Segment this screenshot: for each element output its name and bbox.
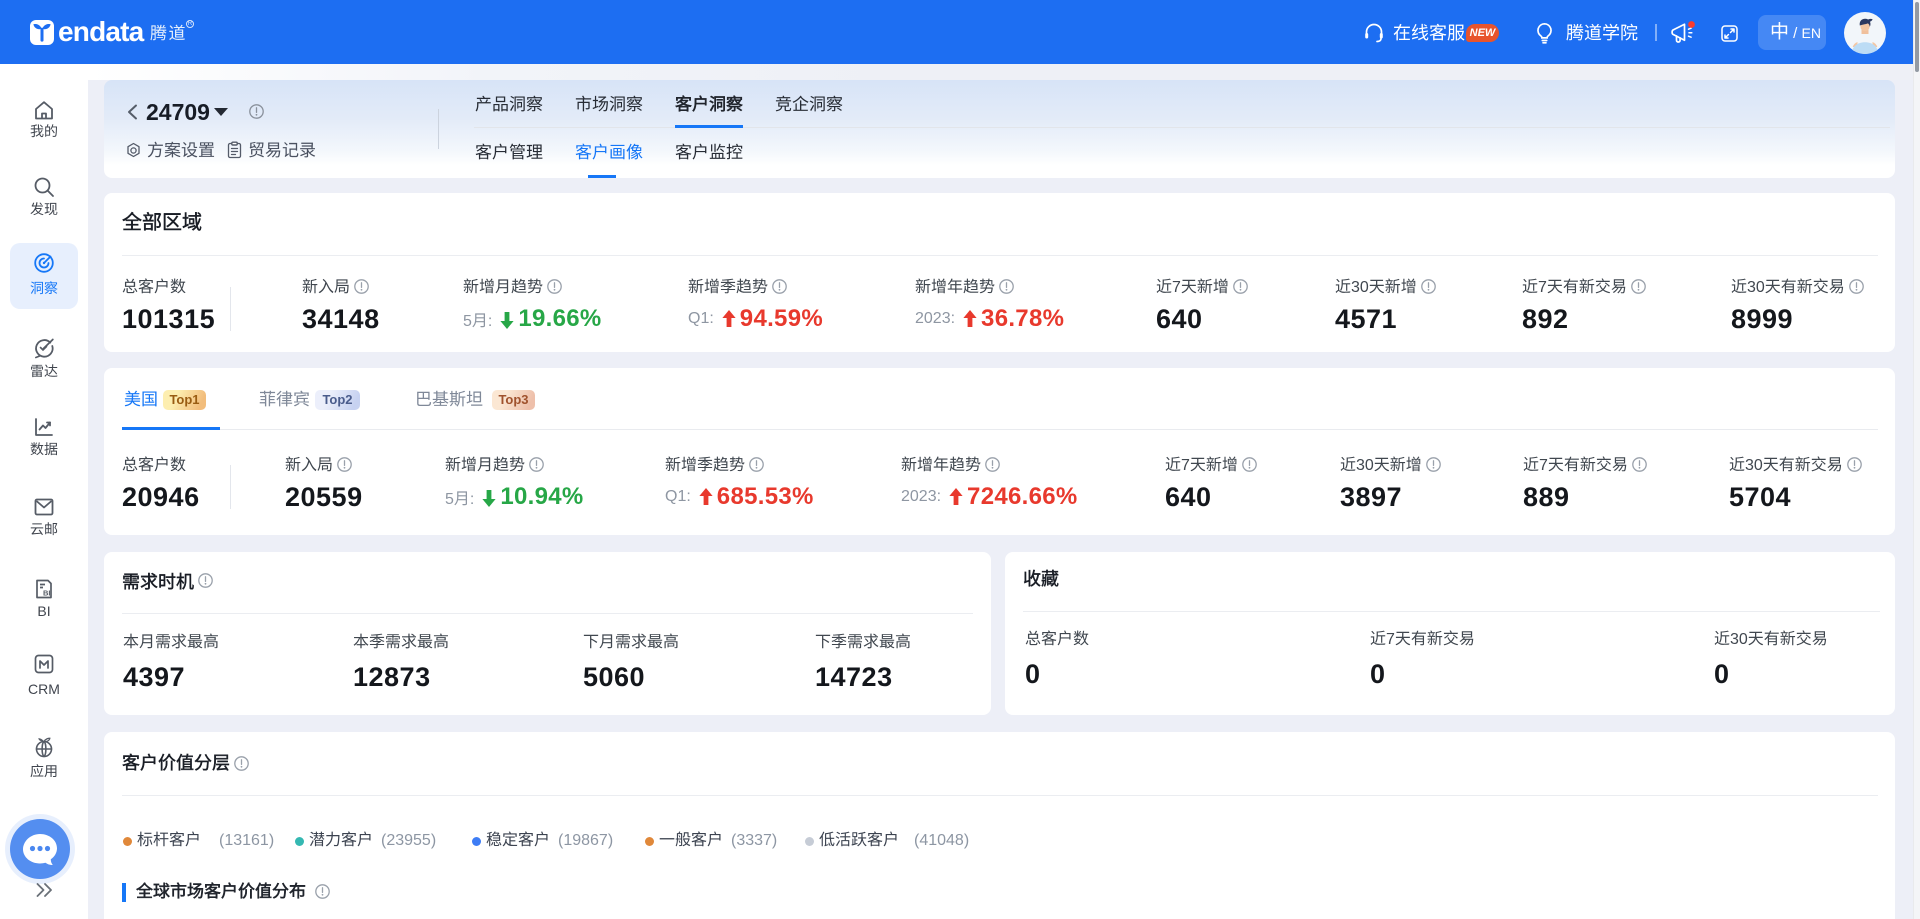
svg-text:BI: BI — [43, 589, 51, 598]
